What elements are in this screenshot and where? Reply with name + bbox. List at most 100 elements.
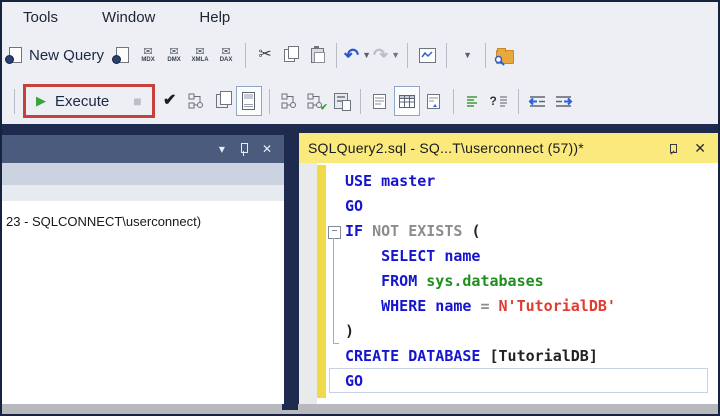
code-token: USE master: [345, 172, 435, 190]
dax-query-button[interactable]: ✉DAX: [214, 40, 238, 70]
code-line: IF NOT EXISTS (: [345, 219, 718, 244]
results-to-grid-button[interactable]: [394, 86, 420, 116]
menu-item-help[interactable]: Help: [195, 7, 234, 28]
comment-lines-button[interactable]: [461, 86, 485, 116]
results-to-file-icon: [427, 94, 440, 109]
code-token: SELECT name: [345, 247, 480, 265]
chevron-down-icon: ▼: [362, 50, 371, 60]
results-to-file-button[interactable]: [422, 86, 446, 116]
code-token: FROM: [345, 272, 426, 290]
decrease-indent-button[interactable]: [526, 86, 550, 116]
execute-button[interactable]: ▶Execute: [30, 93, 119, 110]
redo-button[interactable]: ↷▼: [373, 40, 400, 70]
code-token: [TutorialDB]: [490, 347, 598, 365]
code-surface[interactable]: − USE master GO IF NOT EXISTS ( SELECT nam…: [326, 163, 718, 404]
main-area: ▾ ✕ 23 - SQLCONNECT\userconnect) SQLQuer…: [2, 124, 718, 404]
tab-pin-icon[interactable]: [668, 142, 680, 155]
code-line: WHERE name = N'TutorialDB': [345, 294, 718, 319]
close-icon[interactable]: ✕: [262, 143, 272, 155]
menu-item-window[interactable]: Window: [98, 7, 159, 28]
code-token: CREATE DATABASE: [345, 347, 490, 365]
pin-icon[interactable]: [239, 143, 248, 156]
code-line: GO: [345, 194, 718, 219]
code-lines: USE masterGOIF NOT EXISTS ( SELECT name …: [326, 163, 718, 394]
dropdown-caret-button[interactable]: ▼: [454, 40, 478, 70]
code-line: CREATE DATABASE [TutorialDB]: [345, 344, 718, 369]
new-analysis-query-button[interactable]: [110, 40, 134, 70]
activity-monitor-button[interactable]: [415, 40, 439, 70]
toolbar-separator: [336, 43, 337, 68]
current-line-indicator: [329, 368, 708, 393]
toolbar-separator: [360, 89, 361, 114]
increase-indent-icon: [554, 95, 573, 108]
new-analysis-query-icon: [116, 47, 129, 63]
object-explorer-tree: 23 - SQLCONNECT\userconnect): [2, 201, 284, 404]
editor-body: − USE master GO IF NOT EXISTS ( SELECT nam…: [299, 163, 718, 404]
fold-collapse-icon[interactable]: −: [328, 226, 341, 239]
object-explorer-panel: ▾ ✕ 23 - SQLCONNECT\userconnect): [2, 135, 284, 404]
code-token: sys.databases: [426, 272, 543, 290]
sql-editor-toolbar: ▶Execute ■ ✔ ✔?: [2, 78, 718, 124]
server-tree-node[interactable]: 23 - SQLCONNECT\userconnect): [6, 214, 284, 229]
actual-plan-button[interactable]: [277, 86, 301, 116]
find-in-files-icon: [496, 47, 514, 64]
undo-icon: ↶: [344, 46, 359, 64]
uncomment-lines-button[interactable]: ?: [487, 86, 511, 116]
undo-button[interactable]: ↶▼: [344, 40, 371, 70]
query-options-icon: [216, 94, 228, 108]
code-line: USE master: [345, 169, 718, 194]
chevron-down-icon: ▼: [463, 50, 472, 60]
redo-icon: ↷: [373, 46, 388, 64]
code-token: IF: [345, 222, 372, 240]
execute-label: Execute: [55, 93, 109, 110]
cut-button[interactable]: ✂: [253, 40, 277, 70]
code-token: GO: [345, 197, 363, 215]
parse-button[interactable]: ✔: [158, 86, 182, 116]
ssms-window: Tools Window Help New Query ✉MDX✉DMX ✉XMLA ✉D…: [2, 2, 718, 414]
uncomment-lines-icon: ?: [490, 94, 508, 108]
xmla-query-button[interactable]: ✉XMLA: [188, 40, 212, 70]
dmx-query-button[interactable]: ✉DMX: [162, 40, 186, 70]
client-statistics-button[interactable]: [329, 86, 353, 116]
comment-lines-icon: [466, 95, 480, 107]
panel-splitter[interactable]: [282, 404, 298, 410]
client-statistics-icon: [334, 93, 348, 109]
estimated-plan-button[interactable]: [184, 86, 208, 116]
dax-query-icon: ✉DAX: [220, 47, 233, 63]
chevron-down-icon: ▼: [391, 50, 400, 60]
status-strip: [2, 404, 718, 414]
standard-toolbar: New Query✉MDX✉DMX✉XMLA✉DAX✂↶▼↷▼▼: [2, 32, 718, 78]
toolbar-separator: [453, 89, 454, 114]
mdx-query-button[interactable]: ✉MDX: [136, 40, 160, 70]
estimated-plan-icon: [188, 93, 204, 109]
tab-title: SQLQuery2.sql - SQ...T\userconnect (57))…: [308, 140, 654, 156]
xmla-query-icon: ✉XMLA: [192, 47, 209, 63]
tab-close-icon[interactable]: ✕: [694, 141, 706, 155]
new-query-button[interactable]: New Query: [9, 40, 108, 70]
live-query-statistics-button[interactable]: ✔: [303, 86, 327, 116]
copy-icon: [284, 49, 298, 62]
toolbar-separator: [245, 43, 246, 68]
code-token: N'TutorialDB': [499, 297, 616, 315]
chevron-down-icon[interactable]: ▾: [219, 143, 225, 155]
paste-button[interactable]: [305, 40, 329, 70]
results-to-text-button[interactable]: [368, 86, 392, 116]
find-in-files-button[interactable]: [493, 40, 517, 70]
fold-region-line: [333, 238, 334, 344]
intellisense-enabled-button[interactable]: [236, 86, 262, 116]
menu-item-tools[interactable]: Tools: [19, 7, 62, 28]
parse-icon: ✔: [163, 93, 176, 109]
object-explorer-title-bar: ▾ ✕: [2, 135, 284, 163]
code-token: NOT EXISTS: [372, 222, 471, 240]
activity-monitor-icon: [419, 48, 436, 63]
results-to-grid-icon: [399, 95, 415, 108]
toolbar-separator: [446, 43, 447, 68]
stop-icon[interactable]: ■: [133, 93, 141, 109]
query-options-button[interactable]: [210, 86, 234, 116]
copy-button[interactable]: [279, 40, 303, 70]
code-token: WHERE name: [345, 297, 480, 315]
increase-indent-button[interactable]: [552, 86, 576, 116]
document-tab[interactable]: SQLQuery2.sql - SQ...T\userconnect (57))…: [299, 133, 718, 163]
toolbar-separator: [485, 43, 486, 68]
intellisense-enabled-icon: [242, 92, 255, 110]
